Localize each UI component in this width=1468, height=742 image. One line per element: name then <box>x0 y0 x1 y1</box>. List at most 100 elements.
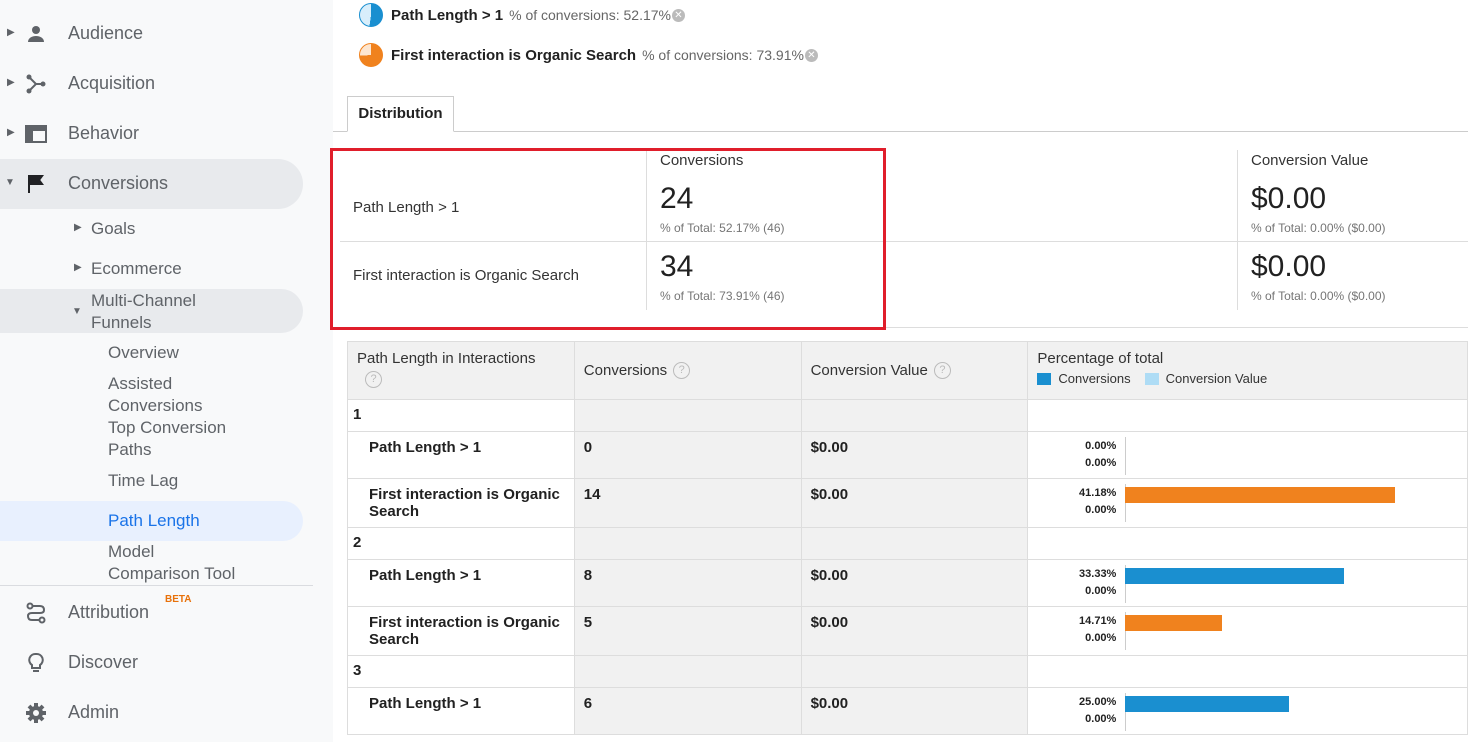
remove-segment-icon[interactable]: ✕ <box>671 8 685 22</box>
caret-down-icon: ▼ <box>72 306 82 317</box>
caret-right-icon: ▶ <box>7 127 15 138</box>
group-label: 2 <box>347 527 575 560</box>
sidebar-item-label: Model Comparison Tool <box>108 541 235 585</box>
sidebar-item-model-comparison-tool[interactable]: Model Comparison Tool <box>0 540 303 584</box>
path-length-table: Path Length in Interactions? Conversions… <box>347 341 1468 735</box>
sidebar-item-behavior[interactable]: ▶ Behavior <box>0 109 303 159</box>
caret-right-icon: ▶ <box>7 27 15 38</box>
segment-stat: % of conversions: 52.17% <box>509 7 671 23</box>
pct-conversions: 25.00% <box>1079 696 1117 708</box>
tab-distribution[interactable]: Distribution <box>347 96 454 132</box>
person-icon <box>28 26 44 42</box>
group-label: 1 <box>347 399 575 432</box>
row-conversion-value: $0.00 <box>800 478 1029 528</box>
sidebar-item-top-conversion-paths[interactable]: Top Conversion Paths <box>0 416 303 460</box>
column-header-path-length[interactable]: Path Length in Interactions? <box>347 341 575 400</box>
sidebar-item-label: Multi-Channel Funnels <box>91 290 196 334</box>
row-percentage-cell: 25.00% 0.00% <box>1027 687 1468 735</box>
column-header-conversion-value[interactable]: Conversion Value? <box>800 341 1029 400</box>
label-line: Multi-Channel <box>91 291 196 310</box>
table-row: Path Length > 1 6 $0.00 25.00% 0.00% <box>347 687 1468 735</box>
segment-name: First interaction is Organic Search <box>391 46 637 64</box>
sidebar-item-label: Acquisition <box>68 73 156 93</box>
row-conversion-value: $0.00 <box>800 606 1029 656</box>
sidebar-item-multi-channel-funnels[interactable]: ▼ Multi-Channel Funnels <box>0 289 303 333</box>
sidebar-item-label: Time Lag <box>108 471 179 490</box>
row-conversions: 0 <box>573 431 802 479</box>
acquisition-icon <box>26 74 46 94</box>
sidebar-item-time-lag[interactable]: Time Lag <box>0 469 303 493</box>
sidebar-item-label: Admin <box>68 702 120 722</box>
label-line: Top Conversion <box>108 418 227 437</box>
segment-pie-icon <box>359 3 383 27</box>
table-body: 1 Path Length > 1 0 $0.00 0.00% 0.00% First in… <box>347 399 1468 735</box>
table-group-row: 2 <box>347 527 1468 560</box>
sidebar-nav: ▶ Audience ▶ Acquisition ▶ Behavior ▼ Co… <box>0 0 333 742</box>
group-cell <box>1027 399 1468 432</box>
help-icon[interactable]: ? <box>365 371 382 388</box>
sidebar-item-label: Attribution <box>68 602 150 622</box>
segment-chip-organic-search[interactable]: First interaction is Organic Search % of… <box>359 43 818 67</box>
sidebar-item-admin[interactable]: Admin <box>0 688 303 738</box>
sidebar-item-acquisition[interactable]: ▶ Acquisition <box>0 59 303 109</box>
sidebar-divider <box>0 585 313 586</box>
sidebar-item-assisted-conversions[interactable]: Assisted Conversions <box>0 372 303 416</box>
sidebar-item-path-length[interactable]: Path Length <box>0 501 303 541</box>
legend-swatch-conversion-value <box>1144 372 1159 385</box>
segment-name: Path Length > 1 <box>391 6 504 24</box>
summary-bottom-border <box>883 327 1468 328</box>
sidebar-item-label: Ecommerce <box>91 259 182 278</box>
percentage-labels: 0.00% 0.00% <box>1028 438 1116 472</box>
legend-swatch-conversions <box>1037 372 1052 385</box>
percentage-bar <box>1125 568 1344 584</box>
column-header-conversions[interactable]: Conversions? <box>573 341 802 400</box>
caret-down-icon: ▼ <box>5 177 15 188</box>
segment-chip-path-length[interactable]: Path Length > 1 % of conversions: 52.17%… <box>359 3 685 27</box>
sidebar-item-conversions[interactable]: ▼ Conversions <box>0 159 303 209</box>
sidebar-item-audience[interactable]: ▶ Audience <box>0 9 303 59</box>
tab-divider <box>333 131 1468 132</box>
sidebar-item-ecommerce[interactable]: ▶ Ecommerce <box>0 256 303 282</box>
sidebar-item-attribution[interactable]: Attribution BETA <box>0 588 303 638</box>
segment-stat: % of conversions: 73.91% <box>642 47 804 63</box>
attribution-icon <box>26 602 46 624</box>
sidebar-item-label: Top Conversion Paths <box>108 417 226 461</box>
remove-segment-icon[interactable]: ✕ <box>804 48 818 62</box>
row-percentage-cell: 33.33% 0.00% <box>1027 559 1468 607</box>
summary-value-value: $0.00 <box>1251 182 1327 215</box>
row-segment-name: Path Length > 1 <box>347 687 575 735</box>
table-row: Path Length > 1 8 $0.00 33.33% 0.00% <box>347 559 1468 607</box>
row-conversions: 5 <box>573 606 802 656</box>
row-percentage-cell: 0.00% 0.00% <box>1027 431 1468 479</box>
percentage-labels: 33.33% 0.00% <box>1028 566 1116 600</box>
pct-conversion-value: 0.00% <box>1085 504 1117 516</box>
percentage-labels: 25.00% 0.00% <box>1028 694 1116 728</box>
flag-icon <box>28 175 44 193</box>
percentage-labels: 14.71% 0.00% <box>1028 613 1116 647</box>
report-main: Path Length > 1 % of conversions: 52.17%… <box>330 0 1468 742</box>
sidebar-item-goals[interactable]: ▶ Goals <box>0 216 303 242</box>
row-percentage-cell: 14.71% 0.00% <box>1027 606 1468 656</box>
summary-value-header: Conversion Value <box>1251 152 1369 169</box>
lightbulb-icon <box>28 652 44 672</box>
table-row: First interaction is Organic Search 14 $0.… <box>347 478 1468 528</box>
label-line: Assisted <box>108 374 173 393</box>
sidebar-item-label: Path Length <box>108 511 200 530</box>
sidebar-item-label: Conversions <box>68 173 169 193</box>
help-icon[interactable]: ? <box>933 362 951 380</box>
beta-badge: BETA <box>165 594 192 605</box>
table-row: First interaction is Organic Search 5 $0.0… <box>347 606 1468 656</box>
label-line: Comparison Tool <box>108 564 236 583</box>
sidebar-item-overview[interactable]: Overview <box>0 341 303 365</box>
caret-right-icon: ▶ <box>74 222 82 233</box>
pct-conversion-value: 0.00% <box>1085 632 1117 644</box>
caret-right-icon: ▶ <box>74 262 82 273</box>
table-row: Path Length > 1 0 $0.00 0.00% 0.00% <box>347 431 1468 479</box>
sidebar-item-discover[interactable]: Discover <box>0 638 303 688</box>
chart-legend: Conversions Conversion Value <box>1037 371 1458 386</box>
group-cell <box>573 527 802 560</box>
help-icon[interactable]: ? <box>673 362 691 380</box>
legend-label: Conversions <box>1058 371 1131 386</box>
caret-right-icon: ▶ <box>7 77 15 88</box>
row-conversions: 6 <box>573 687 802 735</box>
